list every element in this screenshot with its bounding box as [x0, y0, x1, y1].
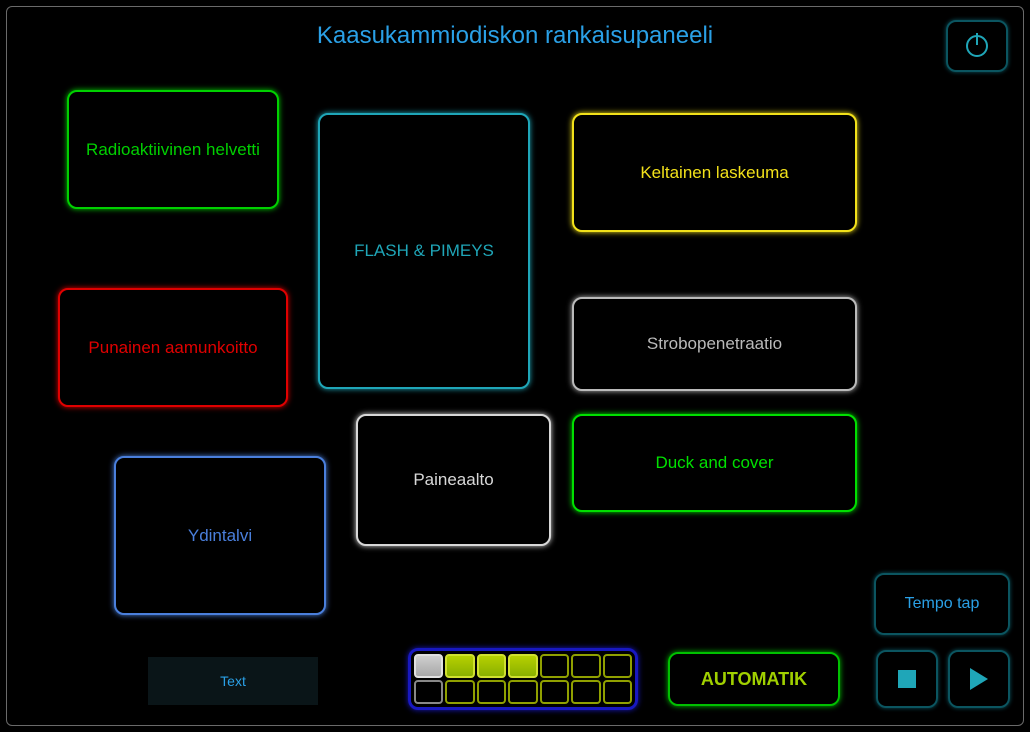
- power-icon: [966, 35, 988, 57]
- button-label: FLASH & PIMEYS: [354, 241, 494, 261]
- button-label: Punainen aamunkoitto: [88, 338, 257, 358]
- button-flash-pimeys[interactable]: FLASH & PIMEYS: [318, 113, 530, 389]
- stop-button[interactable]: [876, 650, 938, 708]
- play-icon: [970, 668, 988, 690]
- cue-cell[interactable]: [477, 654, 506, 678]
- cue-cell[interactable]: [508, 680, 537, 704]
- tempo-tap-label: Tempo tap: [905, 595, 980, 613]
- cue-grid[interactable]: [408, 648, 638, 710]
- button-radioaktiivinen[interactable]: Radioaktiivinen helvetti: [67, 90, 279, 209]
- text-button[interactable]: Text: [148, 657, 318, 705]
- cue-cell[interactable]: [445, 680, 474, 704]
- button-paineaalto[interactable]: Paineaalto: [356, 414, 551, 546]
- button-duck-and-cover[interactable]: Duck and cover: [572, 414, 857, 512]
- button-keltainen[interactable]: Keltainen laskeuma: [572, 113, 857, 232]
- button-label: Ydintalvi: [188, 526, 252, 546]
- page-title: Kaasukammiodiskon rankaisupaneeli: [317, 22, 713, 50]
- cue-cell[interactable]: [603, 654, 632, 678]
- text-button-label: Text: [220, 673, 246, 689]
- cue-cell[interactable]: [540, 654, 569, 678]
- button-strobo[interactable]: Strobopenetraatio: [572, 297, 857, 391]
- cue-cell[interactable]: [414, 680, 443, 704]
- cue-cell[interactable]: [603, 680, 632, 704]
- power-button[interactable]: [946, 20, 1008, 72]
- tempo-tap-button[interactable]: Tempo tap: [874, 573, 1010, 635]
- stop-icon: [898, 670, 916, 688]
- button-punainen[interactable]: Punainen aamunkoitto: [58, 288, 288, 407]
- automatik-button[interactable]: AUTOMATIK: [668, 652, 840, 706]
- cue-cell[interactable]: [477, 680, 506, 704]
- button-label: Duck and cover: [655, 453, 773, 473]
- cue-cell[interactable]: [508, 654, 537, 678]
- cue-cell[interactable]: [571, 654, 600, 678]
- button-label: Paineaalto: [413, 470, 493, 490]
- automatik-label: AUTOMATIK: [701, 669, 807, 690]
- button-label: Radioaktiivinen helvetti: [86, 140, 260, 160]
- button-ydintalvi[interactable]: Ydintalvi: [114, 456, 326, 615]
- play-button[interactable]: [948, 650, 1010, 708]
- button-label: Keltainen laskeuma: [640, 163, 788, 183]
- cue-cell[interactable]: [540, 680, 569, 704]
- button-label: Strobopenetraatio: [647, 334, 782, 354]
- transport-controls: [876, 650, 1010, 708]
- cue-cell[interactable]: [445, 654, 474, 678]
- cue-cell[interactable]: [571, 680, 600, 704]
- cue-cell[interactable]: [414, 654, 443, 678]
